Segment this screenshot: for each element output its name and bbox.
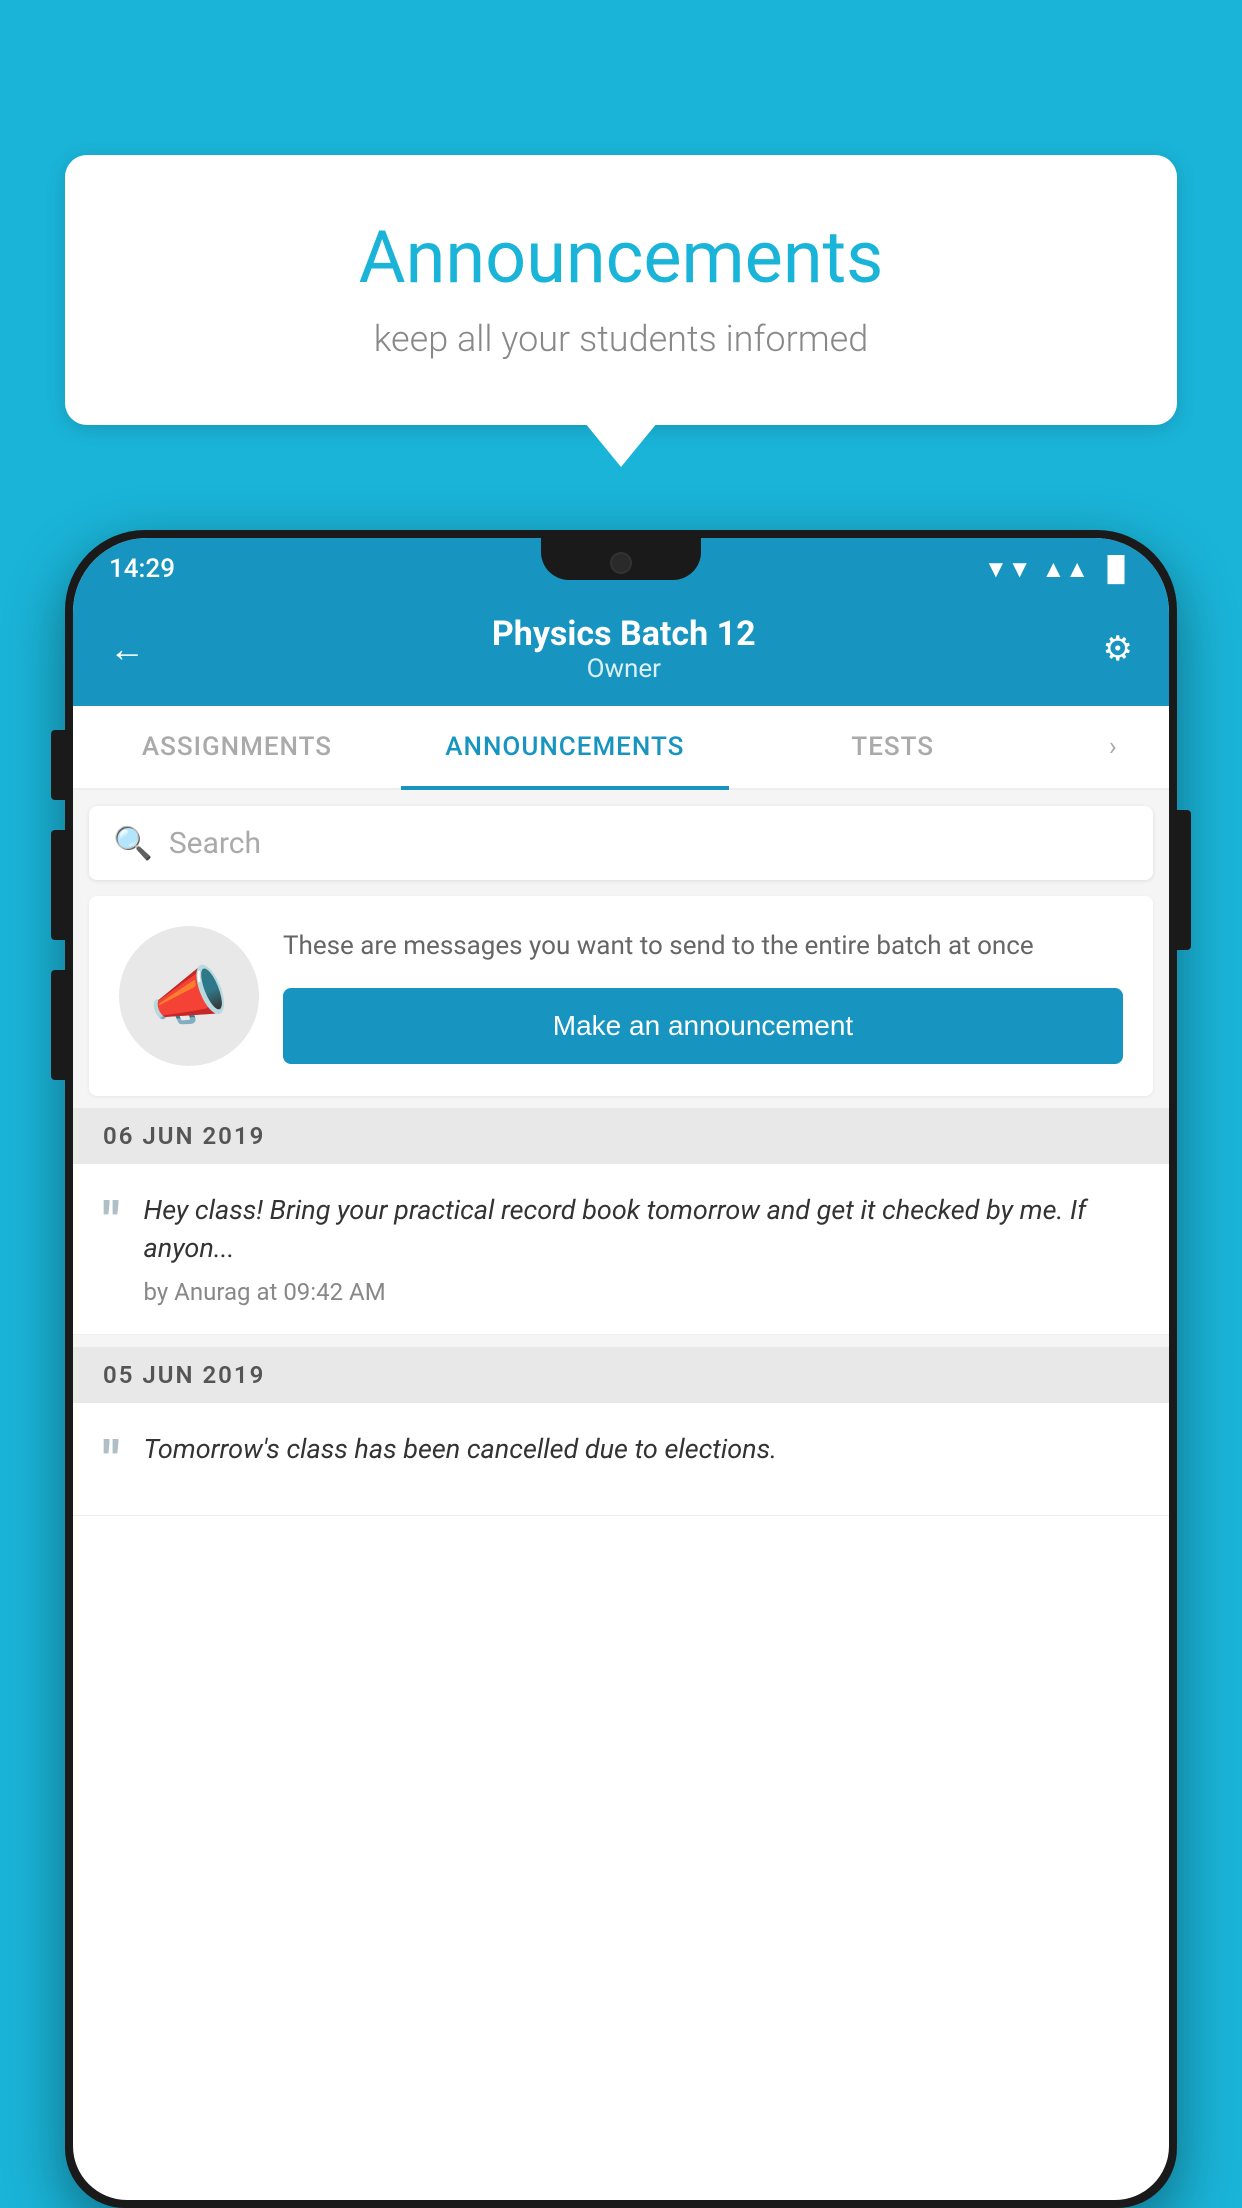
header-subtitle: Owner xyxy=(492,654,756,684)
tab-tests[interactable]: TESTS xyxy=(729,706,1057,788)
announcement-text-2: Tomorrow's class has been cancelled due … xyxy=(144,1431,1139,1469)
announcement-item-2: " Tomorrow's class has been cancelled du… xyxy=(73,1403,1169,1516)
date-divider-1: 06 JUN 2019 xyxy=(73,1108,1169,1164)
date-label-2: 05 JUN 2019 xyxy=(103,1361,265,1389)
signal-icon: ▲▲ xyxy=(1041,555,1089,584)
phone-notch xyxy=(541,538,701,580)
announcement-text-1: Hey class! Bring your practical record b… xyxy=(144,1192,1139,1268)
bubble-subtitle: keep all your students informed xyxy=(105,318,1137,360)
quote-icon-1: " xyxy=(103,1196,120,1248)
phone-volume-up xyxy=(51,830,65,940)
status-icons: ▼▼ ▲▲ ▐▌ xyxy=(984,555,1133,584)
quote-icon-2: " xyxy=(103,1435,120,1487)
speech-bubble: Announcements keep all your students inf… xyxy=(65,155,1177,425)
battery-icon: ▐▌ xyxy=(1099,555,1133,584)
announcement-content-2: Tomorrow's class has been cancelled due … xyxy=(144,1431,1139,1479)
header-center: Physics Batch 12 Owner xyxy=(492,614,756,684)
announcement-item-1: " Hey class! Bring your practical record… xyxy=(73,1164,1169,1335)
date-divider-2: 05 JUN 2019 xyxy=(73,1347,1169,1403)
phone-volume-down xyxy=(51,970,65,1080)
tabs-container: ASSIGNMENTS ANNOUNCEMENTS TESTS › xyxy=(73,706,1169,790)
search-bar[interactable]: 🔍 Search xyxy=(89,806,1153,880)
promo-card: 📣 These are messages you want to send to… xyxy=(89,896,1153,1096)
header-title: Physics Batch 12 xyxy=(492,614,756,654)
date-label-1: 06 JUN 2019 xyxy=(103,1122,265,1150)
promo-icon-circle: 📣 xyxy=(119,926,259,1066)
make-announcement-button[interactable]: Make an announcement xyxy=(283,988,1123,1064)
tab-announcements[interactable]: ANNOUNCEMENTS xyxy=(401,706,729,788)
megaphone-icon: 📣 xyxy=(149,959,229,1034)
status-time: 14:29 xyxy=(109,554,175,584)
search-placeholder: Search xyxy=(169,826,261,861)
announcement-meta-1: by Anurag at 09:42 AM xyxy=(144,1278,1139,1306)
app-header: ← Physics Batch 12 Owner ⚙ xyxy=(73,596,1169,706)
phone-side-button xyxy=(51,730,65,800)
speech-bubble-container: Announcements keep all your students inf… xyxy=(65,155,1177,425)
tab-assignments[interactable]: ASSIGNMENTS xyxy=(73,706,401,788)
phone-frame: 14:29 ▼▼ ▲▲ ▐▌ ← Physics Batch 12 Owner … xyxy=(65,530,1177,2208)
bubble-title: Announcements xyxy=(105,215,1137,300)
wifi-icon: ▼▼ xyxy=(984,555,1032,584)
settings-button[interactable]: ⚙ xyxy=(1103,629,1133,669)
phone-power-button xyxy=(1177,810,1191,950)
phone-camera xyxy=(610,552,632,574)
promo-right: These are messages you want to send to t… xyxy=(283,928,1123,1064)
tab-more[interactable]: › xyxy=(1057,706,1169,788)
promo-description: These are messages you want to send to t… xyxy=(283,928,1123,966)
phone-screen: 14:29 ▼▼ ▲▲ ▐▌ ← Physics Batch 12 Owner … xyxy=(73,538,1169,2200)
phone-container: 14:29 ▼▼ ▲▲ ▐▌ ← Physics Batch 12 Owner … xyxy=(65,530,1177,2208)
announcement-content-1: Hey class! Bring your practical record b… xyxy=(144,1192,1139,1306)
back-button[interactable]: ← xyxy=(109,628,145,670)
search-icon: 🔍 xyxy=(113,824,153,862)
content-area: 🔍 Search 📣 These are messages you want t… xyxy=(73,790,1169,1516)
